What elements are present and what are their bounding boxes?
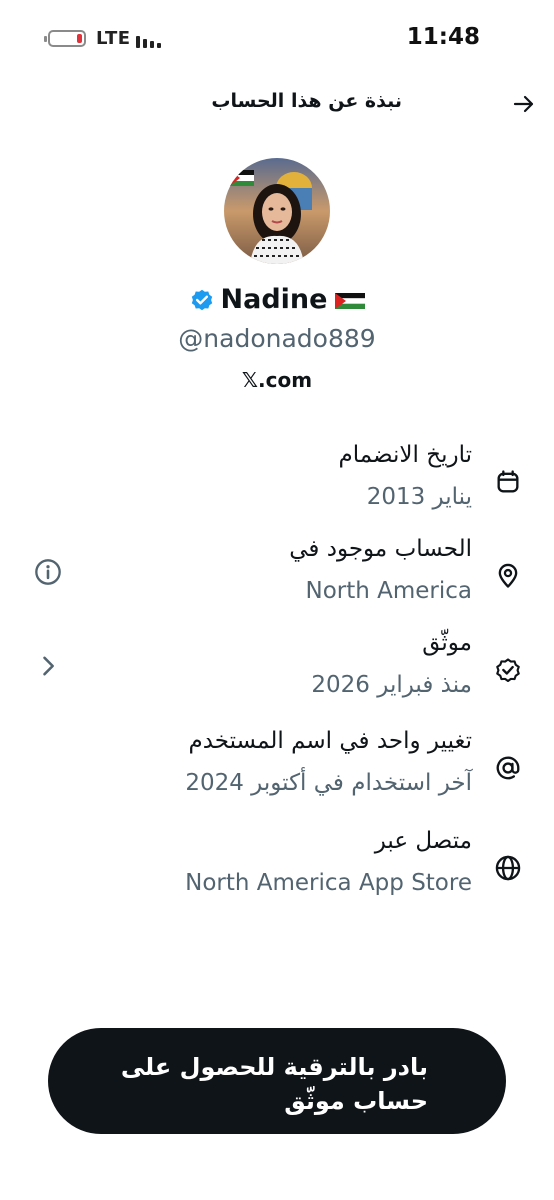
verified-badge-icon bbox=[191, 289, 212, 310]
location-pin-icon bbox=[498, 563, 518, 588]
arrow-right-icon bbox=[513, 95, 534, 113]
info-title: تغيير واحد في اسم المستخدم bbox=[188, 728, 472, 754]
display-name: Nadine bbox=[220, 284, 328, 315]
network-type: LTE bbox=[96, 28, 131, 49]
website-link[interactable]: 𝕏.com bbox=[0, 368, 554, 392]
clock: 11:48 bbox=[406, 24, 480, 50]
info-title: موثّق bbox=[422, 630, 472, 656]
info-row-joined: تاريخ الانضمام يناير 2013 bbox=[0, 442, 554, 522]
info-title: تاريخ الانضمام bbox=[338, 442, 472, 468]
username-handle: @nadonado889 bbox=[178, 324, 376, 353]
page-title: نبذة عن هذا الحساب bbox=[211, 90, 402, 112]
header: نبذة عن هذا الحساب bbox=[0, 78, 554, 132]
chevron-left-icon[interactable] bbox=[34, 652, 62, 680]
info-value: آخر استخدام في أكتوبر 2024 bbox=[185, 770, 472, 796]
info-value: منذ فبراير 2026 bbox=[311, 672, 472, 698]
signal-icon bbox=[136, 30, 166, 48]
name-row: Nadine bbox=[0, 284, 554, 315]
at-sign-icon bbox=[496, 756, 520, 780]
info-title: متصل عبر bbox=[374, 828, 472, 854]
upgrade-button-label: بادر بالترقية للحصول على حساب موثّق bbox=[120, 1053, 428, 1115]
globe-icon bbox=[495, 855, 521, 881]
calendar-icon bbox=[497, 470, 519, 493]
battery-icon bbox=[44, 30, 86, 47]
info-row-connected-via: متصل عبر North America App Store bbox=[0, 828, 554, 908]
battery-level bbox=[77, 34, 82, 43]
info-value: يناير 2013 bbox=[366, 484, 472, 510]
info-row-username-change: تغيير واحد في اسم المستخدم آخر استخدام ف… bbox=[0, 728, 554, 808]
info-icon[interactable] bbox=[34, 558, 62, 586]
info-row-verified[interactable]: موثّق منذ فبراير 2026 bbox=[0, 630, 554, 710]
avatar[interactable] bbox=[224, 158, 330, 264]
info-value: North America bbox=[305, 578, 472, 604]
info-row-location: الحساب موجود في North America bbox=[0, 536, 554, 616]
info-title: الحساب موجود في bbox=[289, 536, 472, 562]
upgrade-button[interactable]: بادر بالترقية للحصول على حساب موثّق bbox=[48, 1028, 506, 1134]
palestine-flag-icon bbox=[335, 292, 366, 309]
info-value: North America App Store bbox=[185, 870, 472, 896]
status-bar: LTE 11:48 bbox=[0, 0, 554, 78]
back-button[interactable] bbox=[508, 88, 540, 120]
verified-check-icon bbox=[496, 658, 520, 683]
